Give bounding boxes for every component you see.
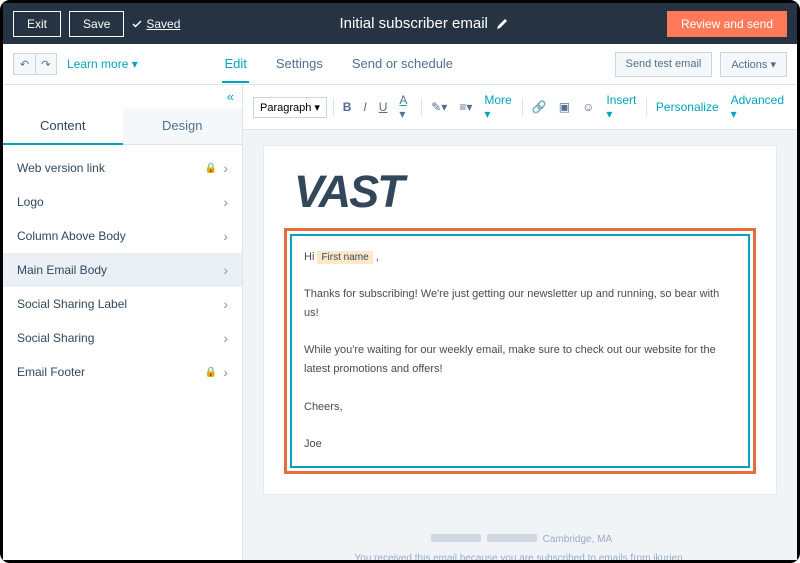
sub-bar: ↶ ↷ Learn more ▾ Edit Settings Send or s… <box>3 44 797 85</box>
sidebar-tabs: Content Design <box>3 108 242 145</box>
sidebar-item-label: Social Sharing Label <box>17 297 127 311</box>
image-icon[interactable]: ▣ <box>556 98 573 116</box>
more-dropdown[interactable]: More ▾ <box>481 91 516 123</box>
edit-icon[interactable] <box>496 18 508 30</box>
lock-icon: 🔒 <box>205 163 217 174</box>
sidebar-item[interactable]: Social Sharing › <box>3 321 242 355</box>
saved-indicator: Saved <box>132 17 180 31</box>
sidebar-item-label: Email Footer <box>17 365 85 379</box>
main-body-editor[interactable]: Hi First name , Thanks for subscribing! … <box>290 234 750 468</box>
main-tabs: Edit Settings Send or schedule <box>222 46 455 83</box>
editor-canvas: Paragraph ▾ B I U A ▾ ✎▾ ≡▾ More ▾ 🔗 ▣ ☺… <box>243 85 797 560</box>
logo-block[interactable]: VAST <box>284 166 756 228</box>
chevron-right-icon: › <box>223 364 228 380</box>
sidebar-item[interactable]: Web version link 🔒 › <box>3 151 242 185</box>
review-send-button[interactable]: Review and send <box>667 11 787 37</box>
sidebar-tab-content[interactable]: Content <box>3 108 123 145</box>
paragraph-select[interactable]: Paragraph ▾ <box>253 97 327 118</box>
email-preview: VAST Hi First name , Thanks for subscrib… <box>263 145 777 495</box>
chevron-right-icon: › <box>223 228 228 244</box>
send-test-button[interactable]: Send test email <box>615 52 713 77</box>
redo-button[interactable]: ↷ <box>35 53 57 75</box>
tab-edit[interactable]: Edit <box>222 46 248 83</box>
advanced-dropdown[interactable]: Advanced ▾ <box>728 91 787 123</box>
sidebar-item-label: Logo <box>17 195 44 209</box>
text-color-icon[interactable]: A ▾ <box>396 91 415 123</box>
italic-icon[interactable]: I <box>360 98 369 116</box>
lock-icon: 🔒 <box>205 367 217 378</box>
email-footer: Cambridge, MA You received this email be… <box>243 510 797 560</box>
sidebar-item-label: Web version link <box>17 161 105 175</box>
collapse-sidebar-button[interactable]: « <box>3 85 242 108</box>
sidebar-item-label: Social Sharing <box>17 331 94 345</box>
sidebar-item-label: Main Email Body <box>17 263 107 277</box>
sidebar-item[interactable]: Social Sharing Label › <box>3 287 242 321</box>
highlight-icon[interactable]: ✎▾ <box>428 98 450 116</box>
sidebar-item-label: Column Above Body <box>17 229 126 243</box>
exit-button[interactable]: Exit <box>13 11 61 37</box>
sidebar-item[interactable]: Logo › <box>3 185 242 219</box>
bold-icon[interactable]: B <box>340 98 355 116</box>
chevron-right-icon: › <box>223 296 228 312</box>
sidebar: « Content Design Web version link 🔒 › Logo ›… <box>3 85 243 560</box>
sidebar-tab-design[interactable]: Design <box>123 108 243 145</box>
insert-dropdown[interactable]: Insert ▾ <box>603 91 640 123</box>
align-icon[interactable]: ≡▾ <box>456 98 475 116</box>
personalization-token[interactable]: First name <box>317 251 372 264</box>
sidebar-item[interactable]: Main Email Body › <box>3 253 242 287</box>
chevron-right-icon: › <box>223 330 228 346</box>
chevron-right-icon: › <box>223 160 228 176</box>
emoji-icon[interactable]: ☺ <box>579 98 597 116</box>
main-body-highlight: Hi First name , Thanks for subscribing! … <box>284 228 756 474</box>
save-button[interactable]: Save <box>69 11 124 37</box>
tab-send[interactable]: Send or schedule <box>350 46 455 83</box>
learn-more-link[interactable]: Learn more ▾ <box>67 57 138 71</box>
main-area: « Content Design Web version link 🔒 › Logo ›… <box>3 85 797 560</box>
chevron-right-icon: › <box>223 194 228 210</box>
rich-text-toolbar: Paragraph ▾ B I U A ▾ ✎▾ ≡▾ More ▾ 🔗 ▣ ☺… <box>243 85 797 130</box>
sidebar-list: Web version link🔒›Logo›Column Above Body… <box>3 145 242 395</box>
actions-button[interactable]: Actions ▾ <box>720 52 787 77</box>
personalize-button[interactable]: Personalize <box>653 98 722 116</box>
tab-settings[interactable]: Settings <box>274 46 325 83</box>
sidebar-item[interactable]: Column Above Body › <box>3 219 242 253</box>
page-title: Initial subscriber email <box>188 15 659 32</box>
undo-button[interactable]: ↶ <box>13 53 35 75</box>
link-icon[interactable]: 🔗 <box>529 98 550 116</box>
underline-icon[interactable]: U <box>376 98 391 116</box>
sidebar-item[interactable]: Email Footer 🔒 › <box>3 355 242 389</box>
undo-redo: ↶ ↷ <box>13 53 57 75</box>
top-bar: Exit Save Saved Initial subscriber email… <box>3 3 797 44</box>
chevron-right-icon: › <box>223 262 228 278</box>
check-icon <box>132 19 142 29</box>
